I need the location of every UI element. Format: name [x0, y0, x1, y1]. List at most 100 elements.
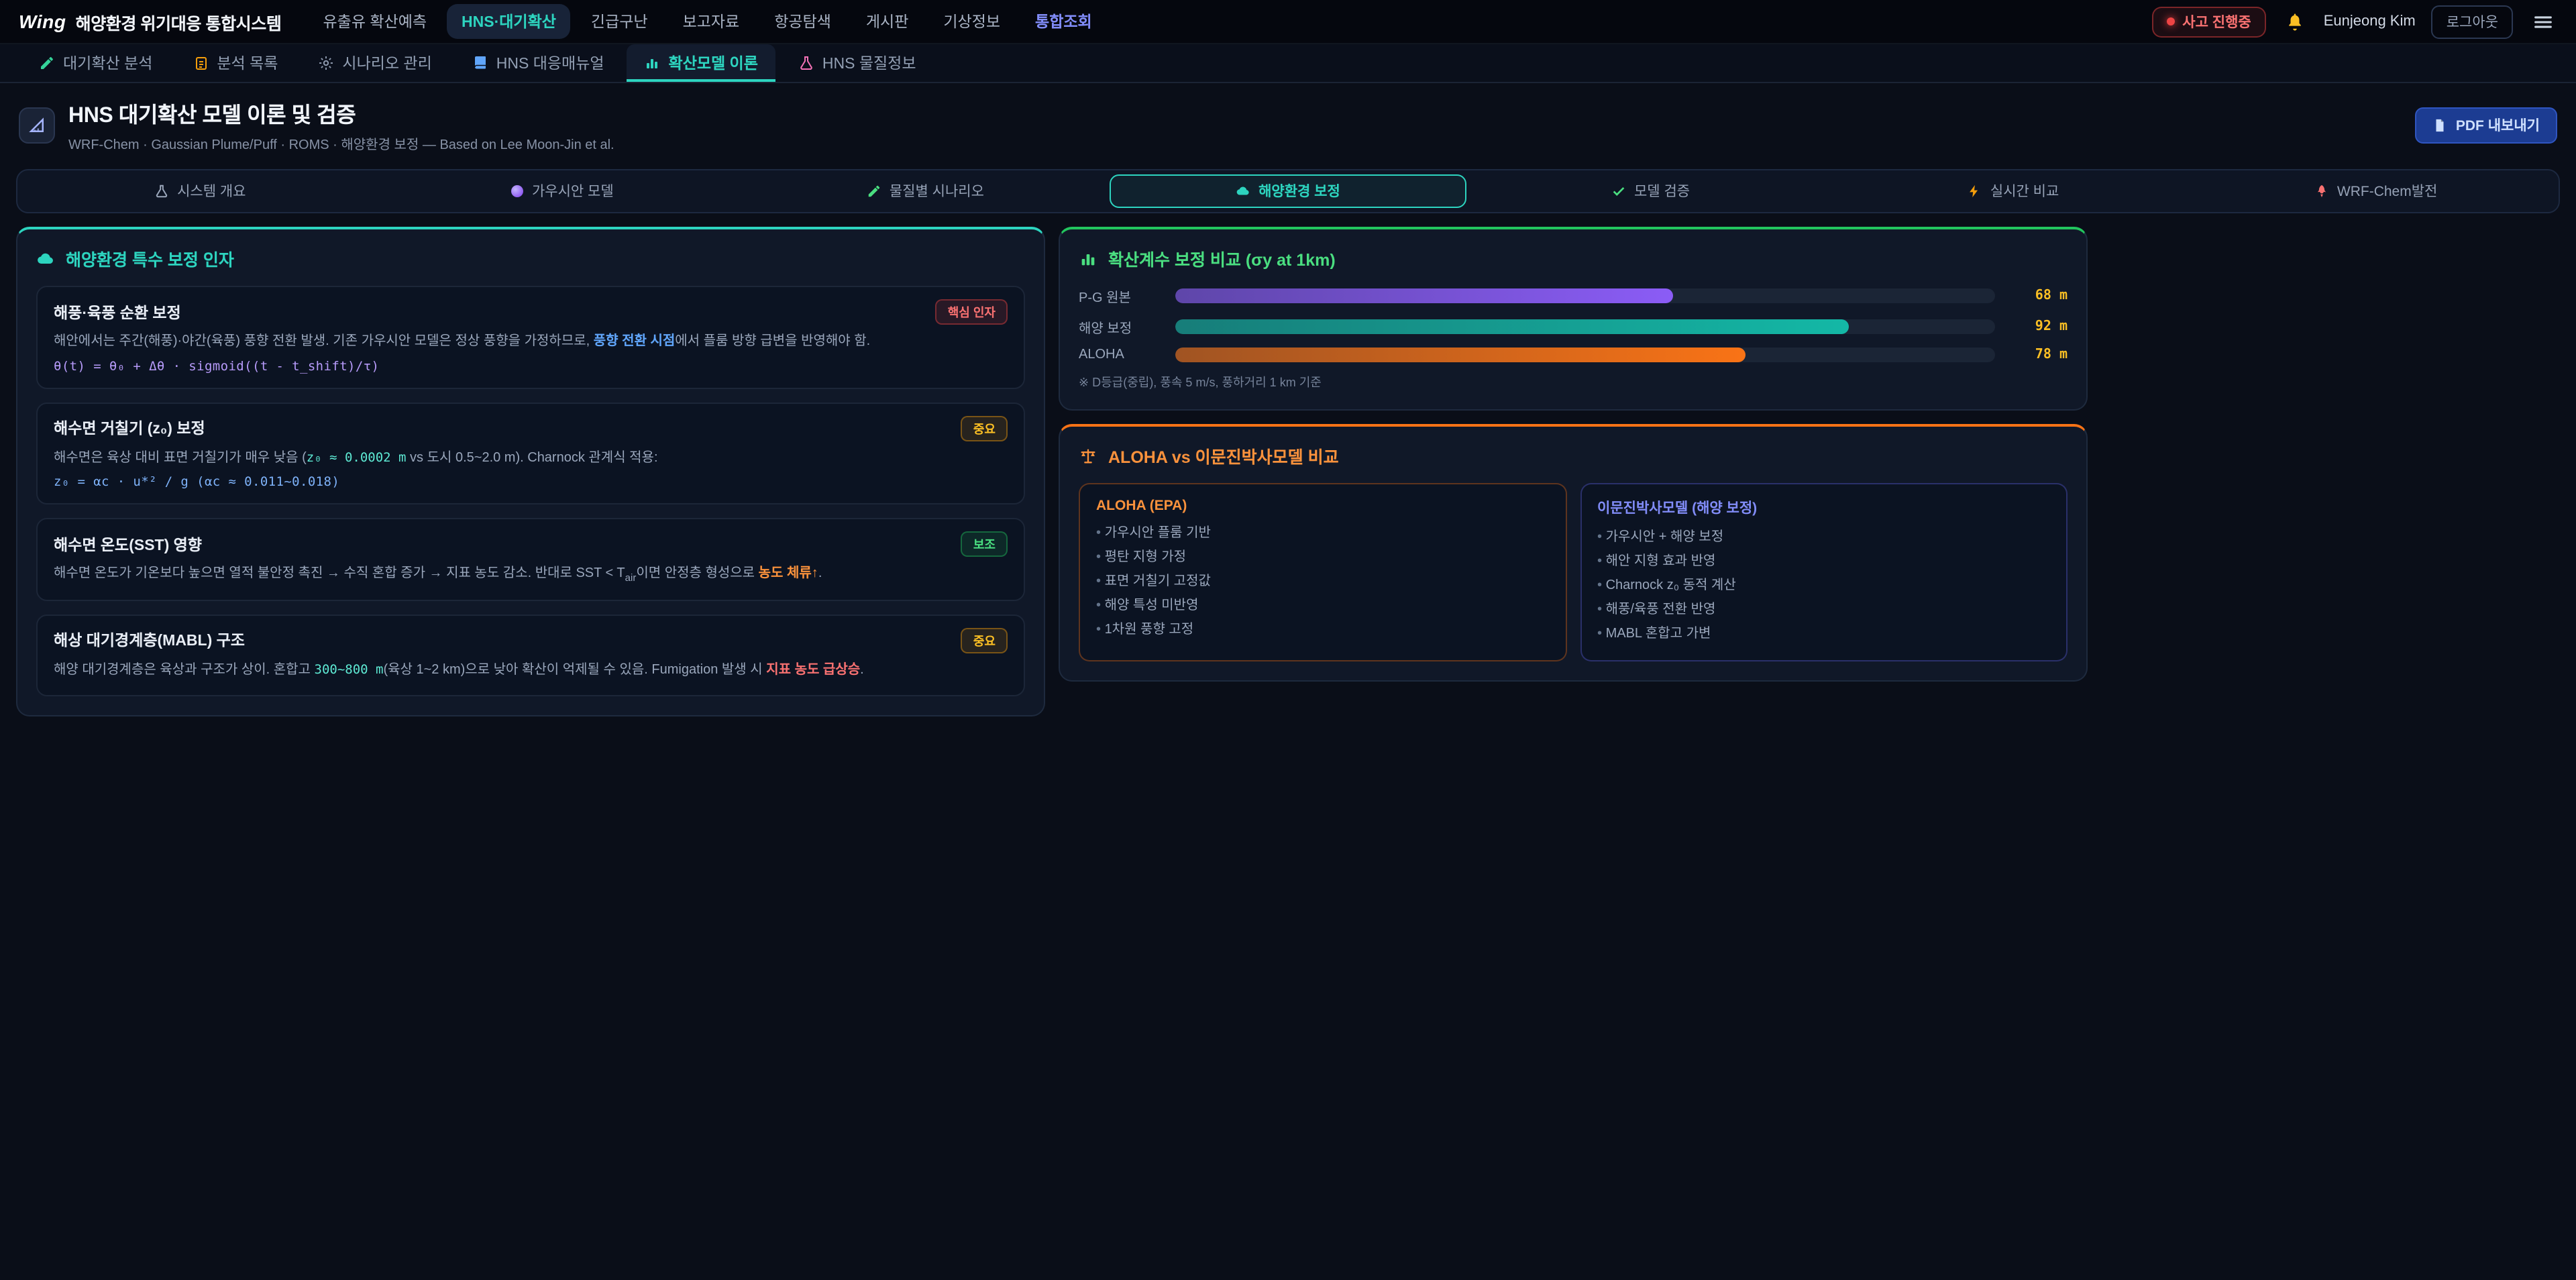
- factor-badge: 핵심 인자: [936, 299, 1008, 325]
- gear-icon: [318, 55, 334, 71]
- bar-value: 78 m: [2008, 348, 2068, 362]
- app-root: Wing 해양환경 위기대응 통합시스템 유출유 확산예측 HNS·대기확산 긴…: [0, 0, 2576, 1280]
- hamburger-icon: [2532, 10, 2555, 33]
- bar-value: 92 m: [2008, 319, 2068, 334]
- subtab-analysis-list[interactable]: 분석 목록: [175, 44, 295, 82]
- page-subtitle: WRF-Chem · Gaussian Plume/Puff · ROMS · …: [68, 133, 614, 153]
- notifications-button[interactable]: [2282, 9, 2308, 34]
- pencil-icon: [867, 184, 881, 199]
- bolt-icon: [1968, 184, 1982, 199]
- section-tab-system-overview[interactable]: 시스템 개요: [21, 174, 379, 208]
- nav-item-weather[interactable]: 기상정보: [928, 4, 1015, 39]
- subtab-diffusion-model-theory[interactable]: 확산모델 이론: [627, 44, 775, 82]
- bar-fill: [1175, 348, 1746, 362]
- section-tab-marine-correction[interactable]: 해양환경 보정: [1110, 174, 1467, 208]
- sub-tab-bar: 대기확산 분석 분석 목록 시나리오 관리 HNS 대응매뉴얼 확산모델 이론 …: [0, 44, 2576, 83]
- nav-item-emergency-rescue[interactable]: 긴급구난: [576, 4, 663, 39]
- wing-logo: Wing: [19, 11, 66, 32]
- factor-card-surface-roughness: 해수면 거칠기 (z₀) 보정 중요 해수면은 육상 대비 표면 거칠기가 매우…: [36, 402, 1025, 504]
- bar-track: [1175, 348, 1995, 362]
- list-item: 가우시안 + 해양 보정: [1597, 526, 2050, 550]
- section-tab-model-validation[interactable]: 모델 검증: [1472, 174, 1829, 208]
- factor-title: 해상 대기경계층(MABL) 구조: [54, 630, 245, 651]
- section-tab-label: 물질별 시나리오: [890, 181, 984, 201]
- chart-card-title: 확산계수 보정 비교 (σy at 1km): [1108, 246, 1336, 271]
- factor-title: 해수면 거칠기 (z₀) 보정: [54, 417, 205, 439]
- chart-bar-row: 해양 보정 92 m: [1079, 317, 2068, 337]
- subtab-hns-substance-info[interactable]: HNS 물질정보: [781, 44, 934, 82]
- subtab-label: HNS 물질정보: [822, 52, 916, 74]
- bar-label: ALOHA: [1079, 348, 1162, 362]
- list-item: Charnock z₀ 동적 계산: [1597, 574, 2050, 598]
- cloud-icon: [36, 249, 55, 268]
- subtab-label: 분석 목록: [217, 52, 278, 74]
- flask-icon: [798, 55, 814, 71]
- subtab-label: HNS 대응매뉴얼: [496, 52, 604, 74]
- subtab-atmospheric-analysis[interactable]: 대기확산 분석: [21, 44, 170, 82]
- comparison-card-header: ALOHA vs 이문진박사모델 비교: [1079, 443, 2068, 468]
- factors-card-header: 해양환경 특수 보정 인자: [36, 246, 1025, 271]
- nav-item-board[interactable]: 게시판: [851, 4, 924, 39]
- bar-chart-icon: [1079, 249, 1097, 268]
- flask-icon: [154, 184, 169, 199]
- nav-right: 사고 진행중 Eunjeong Kim 로그아웃: [2151, 5, 2557, 38]
- factor-description: 해수면은 육상 대비 표면 거칠기가 매우 낮음 (z₀ ≈ 0.0002 m …: [54, 447, 1008, 468]
- lee-model-panel-title: 이문진박사모델 (해양 보정): [1597, 498, 2050, 518]
- nav-item-aerial-search[interactable]: 항공탐색: [759, 4, 846, 39]
- section-tab-label: 모델 검증: [1634, 181, 1690, 201]
- section-tab-wrf-chem[interactable]: WRF-Chem발전: [2197, 174, 2555, 208]
- list-item: 1차원 풍향 고정: [1096, 619, 1549, 643]
- subtab-label: 시나리오 관리: [342, 52, 431, 74]
- scale-icon: [1079, 446, 1097, 465]
- list-icon: [193, 55, 209, 71]
- subtab-scenario-management[interactable]: 시나리오 관리: [301, 44, 449, 82]
- cloud-icon: [1236, 184, 1250, 199]
- section-tab-label: 해양환경 보정: [1258, 181, 1340, 201]
- pdf-export-button[interactable]: PDF 내보내기: [2416, 107, 2557, 143]
- hamburger-menu-button[interactable]: [2529, 7, 2557, 36]
- marine-correction-factors-card: 해양환경 특수 보정 인자 해풍·육풍 순환 보정 핵심 인자 해안에서는 주간…: [16, 227, 1045, 716]
- nav-item-oil-spill[interactable]: 유출유 확산예측: [309, 4, 442, 39]
- factor-description: 해양 대기경계층은 육상과 구조가 상이. 혼합고 300~800 m(육상 1…: [54, 660, 1008, 681]
- bar-value-unit: m: [2059, 319, 2068, 334]
- section-tab-realtime-comparison[interactable]: 실시간 비교: [1835, 174, 2192, 208]
- list-item: 해안 지형 효과 반영: [1597, 550, 2050, 574]
- nav-item-reports[interactable]: 보고자료: [668, 4, 755, 39]
- model-comparison-card: ALOHA vs 이문진박사모델 비교 ALOHA (EPA) 가우시안 플룸 …: [1059, 424, 2088, 682]
- bar-fill: [1175, 288, 1673, 303]
- bar-label: P-G 원본: [1079, 286, 1162, 306]
- list-item: MABL 혼합고 가변: [1597, 623, 2050, 647]
- section-tab-substance-scenarios[interactable]: 물질별 시나리오: [747, 174, 1104, 208]
- pencil-icon: [39, 55, 55, 71]
- bar-fill: [1175, 319, 1848, 334]
- brand-logo[interactable]: Wing 해양환경 위기대응 통합시스템: [19, 9, 282, 34]
- incident-status-badge[interactable]: 사고 진행중: [2151, 6, 2265, 37]
- factor-description: 해안에서는 주간(해풍)·야간(육풍) 풍향 전환 발생. 기존 가우시안 모델…: [54, 331, 1008, 352]
- book-icon: [472, 55, 488, 71]
- right-column: 확산계수 보정 비교 (σy at 1km) P-G 원본 68 m 해양 보정…: [1059, 227, 2088, 682]
- factor-header: 해수면 온도(SST) 영향 보조: [54, 531, 1008, 557]
- subtab-label: 확산모델 이론: [669, 52, 758, 74]
- page-title: HNS 대기확산 모델 이론 및 검증: [68, 97, 614, 129]
- user-name: Eunjeong Kim: [2324, 13, 2416, 30]
- document-icon: [2433, 117, 2448, 132]
- pdf-export-label: PDF 내보내기: [2456, 115, 2540, 135]
- dispersion-coefficient-chart-card: 확산계수 보정 비교 (σy at 1km) P-G 원본 68 m 해양 보정…: [1059, 227, 2088, 411]
- incident-dot-icon: [2166, 17, 2174, 25]
- list-item: 평탄 지형 가정: [1096, 546, 1549, 570]
- page-header: HNS 대기확산 모델 이론 및 검증 WRF-Chem · Gaussian …: [0, 83, 2576, 165]
- nav-item-integrated-search[interactable]: 통합조회: [1020, 4, 1107, 39]
- factor-badge: 중요: [961, 628, 1008, 653]
- factor-header: 해풍·육풍 순환 보정 핵심 인자: [54, 299, 1008, 325]
- nav-item-hns-atmospheric[interactable]: HNS·대기확산: [447, 4, 571, 39]
- factor-formula: z₀ = αc · u*² / g (αc ≈ 0.011~0.018): [54, 475, 1008, 490]
- app-title: 해양환경 위기대응 통합시스템: [76, 9, 282, 34]
- logout-button[interactable]: 로그아웃: [2432, 5, 2513, 38]
- chart-icon: [645, 55, 661, 71]
- page-header-text: HNS 대기확산 모델 이론 및 검증 WRF-Chem · Gaussian …: [68, 97, 614, 153]
- comparison-grid: ALOHA (EPA) 가우시안 플룸 기반 평탄 지형 가정 표면 거칠기 고…: [1079, 483, 2068, 661]
- bar-label: 해양 보정: [1079, 317, 1162, 337]
- subtab-hns-response-manual[interactable]: HNS 대응매뉴얼: [455, 44, 622, 82]
- section-tab-gaussian-model[interactable]: 가우시안 모델: [384, 174, 742, 208]
- bar-track: [1175, 319, 1995, 334]
